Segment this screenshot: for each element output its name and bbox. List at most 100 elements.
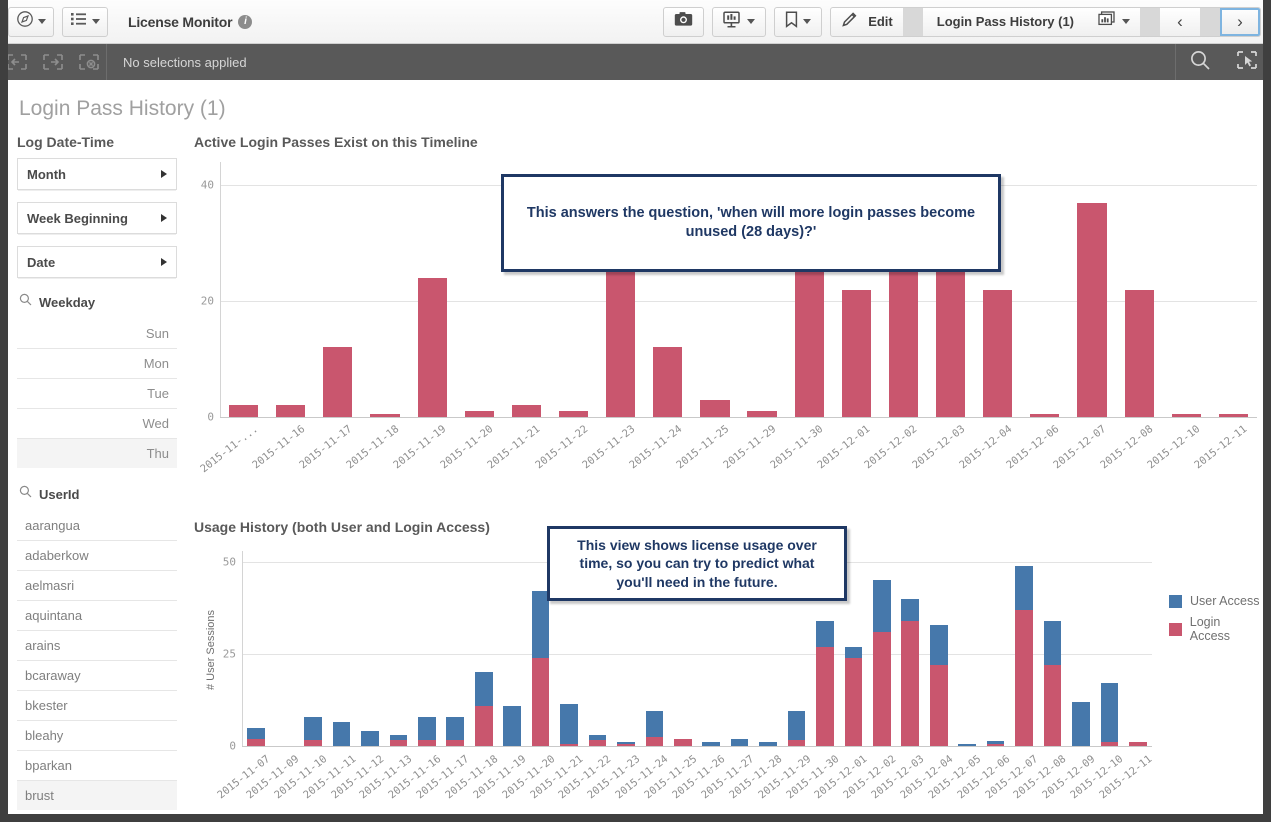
list-item[interactable]: brust xyxy=(17,780,177,810)
chart-bar[interactable] xyxy=(276,405,306,417)
chart-bar-segment[interactable] xyxy=(1072,701,1090,746)
previous-sheet-button[interactable]: ‹ xyxy=(1160,8,1200,36)
bookmark-button[interactable] xyxy=(775,8,821,36)
chart-bar[interactable] xyxy=(700,399,730,417)
chart-bar[interactable] xyxy=(1077,202,1107,417)
chart-bar-segment[interactable] xyxy=(560,703,578,745)
chart-bar[interactable] xyxy=(653,347,683,417)
chart-bar[interactable] xyxy=(816,620,834,746)
filter-dropdown-date[interactable]: Date xyxy=(17,246,177,278)
chart-bar-segment[interactable] xyxy=(787,740,806,746)
chart-bar[interactable] xyxy=(929,624,948,746)
chart-bar-segment[interactable] xyxy=(1128,742,1147,746)
chart-bar-segment[interactable] xyxy=(1015,609,1033,746)
next-sheet-button[interactable]: › xyxy=(1220,7,1260,36)
chart-bar[interactable] xyxy=(730,738,749,746)
list-item[interactable]: aquintana xyxy=(17,600,177,630)
chart-bar[interactable] xyxy=(958,744,976,746)
chart-bar[interactable] xyxy=(389,734,408,746)
chart-bar-segment[interactable] xyxy=(389,734,408,741)
chart-bar-segment[interactable] xyxy=(983,289,1013,417)
list-item[interactable]: bparkan xyxy=(17,750,177,780)
chart-bar[interactable] xyxy=(588,734,607,746)
chart-bar[interactable] xyxy=(1100,683,1119,746)
chart-bar-segment[interactable] xyxy=(304,716,322,741)
chart-bar-segment[interactable] xyxy=(1043,665,1062,746)
chart-bar[interactable] xyxy=(1015,565,1033,746)
selection-back-icon[interactable] xyxy=(6,53,28,71)
chart-bar-segment[interactable] xyxy=(531,657,550,746)
chart-bar-segment[interactable] xyxy=(418,740,436,746)
list-item[interactable]: Mon xyxy=(17,348,177,378)
chart-bar-segment[interactable] xyxy=(1030,414,1060,417)
chart-bar-segment[interactable] xyxy=(247,738,266,746)
chart-bar-segment[interactable] xyxy=(1218,414,1249,417)
chart-bar-segment[interactable] xyxy=(873,631,891,746)
chart-bar-segment[interactable] xyxy=(560,744,578,746)
chart-bar-segment[interactable] xyxy=(841,289,871,417)
selection-tool-button[interactable] xyxy=(1223,44,1271,80)
chart-bar-segment[interactable] xyxy=(816,620,834,647)
snapshot-button[interactable] xyxy=(664,8,703,36)
chart-bar-segment[interactable] xyxy=(370,414,400,417)
chart-bar[interactable] xyxy=(794,260,824,417)
chart-bar-segment[interactable] xyxy=(446,740,465,746)
chart-bar[interactable] xyxy=(901,598,920,746)
chart-bar-segment[interactable] xyxy=(986,744,1005,746)
chart-bar-segment[interactable] xyxy=(844,657,863,746)
sheet-picker-button[interactable] xyxy=(1088,8,1140,36)
chart-bar-segment[interactable] xyxy=(901,598,920,621)
chart-bar[interactable] xyxy=(844,646,863,746)
list-item[interactable]: bcaraway xyxy=(17,660,177,690)
chart-bar[interactable] xyxy=(1030,414,1060,417)
clear-selections-icon[interactable] xyxy=(78,53,100,71)
chart-bar[interactable] xyxy=(511,405,541,417)
chart-bar-segment[interactable] xyxy=(929,665,948,746)
chart-bar[interactable] xyxy=(873,580,891,746)
filter-dropdown-month[interactable]: Month xyxy=(17,158,177,190)
chart-bar[interactable] xyxy=(1128,742,1147,746)
chart-bar[interactable] xyxy=(446,716,465,746)
chart-bar[interactable] xyxy=(531,591,550,746)
chart-bar-segment[interactable] xyxy=(958,744,976,746)
chart-bar[interactable] xyxy=(417,277,447,417)
list-item[interactable]: bkester xyxy=(17,690,177,720)
chart-bar[interactable] xyxy=(464,411,494,417)
chart-bar[interactable] xyxy=(503,705,521,746)
chart-bar[interactable] xyxy=(418,716,436,746)
chart-bar-segment[interactable] xyxy=(474,705,493,746)
chart-bar-segment[interactable] xyxy=(1077,202,1107,417)
list-item[interactable]: aarangua xyxy=(17,510,177,540)
chart-bar-segment[interactable] xyxy=(1015,565,1033,610)
chart-bar-segment[interactable] xyxy=(702,742,721,746)
chart-bar-segment[interactable] xyxy=(617,742,635,745)
chart-bar-segment[interactable] xyxy=(1043,620,1062,666)
chart-bar-segment[interactable] xyxy=(417,277,447,417)
list-item[interactable]: arains xyxy=(17,630,177,660)
chart-bar[interactable] xyxy=(558,411,589,417)
chart-bar-segment[interactable] xyxy=(474,672,493,706)
chart-bar[interactable] xyxy=(247,727,266,746)
chart-bar[interactable] xyxy=(474,672,493,746)
edit-button[interactable]: Edit xyxy=(831,8,903,36)
list-item[interactable]: bleahy xyxy=(17,720,177,750)
chart-bar-segment[interactable] xyxy=(986,740,1005,745)
chart-bar[interactable] xyxy=(983,289,1013,417)
chart-bar[interactable] xyxy=(673,738,692,746)
chart-bar-segment[interactable] xyxy=(361,731,379,746)
chart-bar-segment[interactable] xyxy=(304,740,322,746)
chart-bar[interactable] xyxy=(361,731,379,746)
chart-bar-segment[interactable] xyxy=(901,620,920,746)
chart-bar-segment[interactable] xyxy=(929,624,948,666)
navigation-menu-button[interactable] xyxy=(8,6,54,37)
chart-bar[interactable] xyxy=(747,411,777,417)
chart-bar-segment[interactable] xyxy=(794,260,824,417)
search-icon[interactable] xyxy=(19,293,32,311)
chart-bar-segment[interactable] xyxy=(873,580,891,632)
search-icon[interactable] xyxy=(19,485,32,503)
chart-bar-segment[interactable] xyxy=(531,591,550,658)
chart-bar-segment[interactable] xyxy=(645,711,664,737)
chart-bar-segment[interactable] xyxy=(1100,683,1119,743)
chart-bar-segment[interactable] xyxy=(787,711,806,741)
storytelling-button[interactable] xyxy=(713,8,765,36)
